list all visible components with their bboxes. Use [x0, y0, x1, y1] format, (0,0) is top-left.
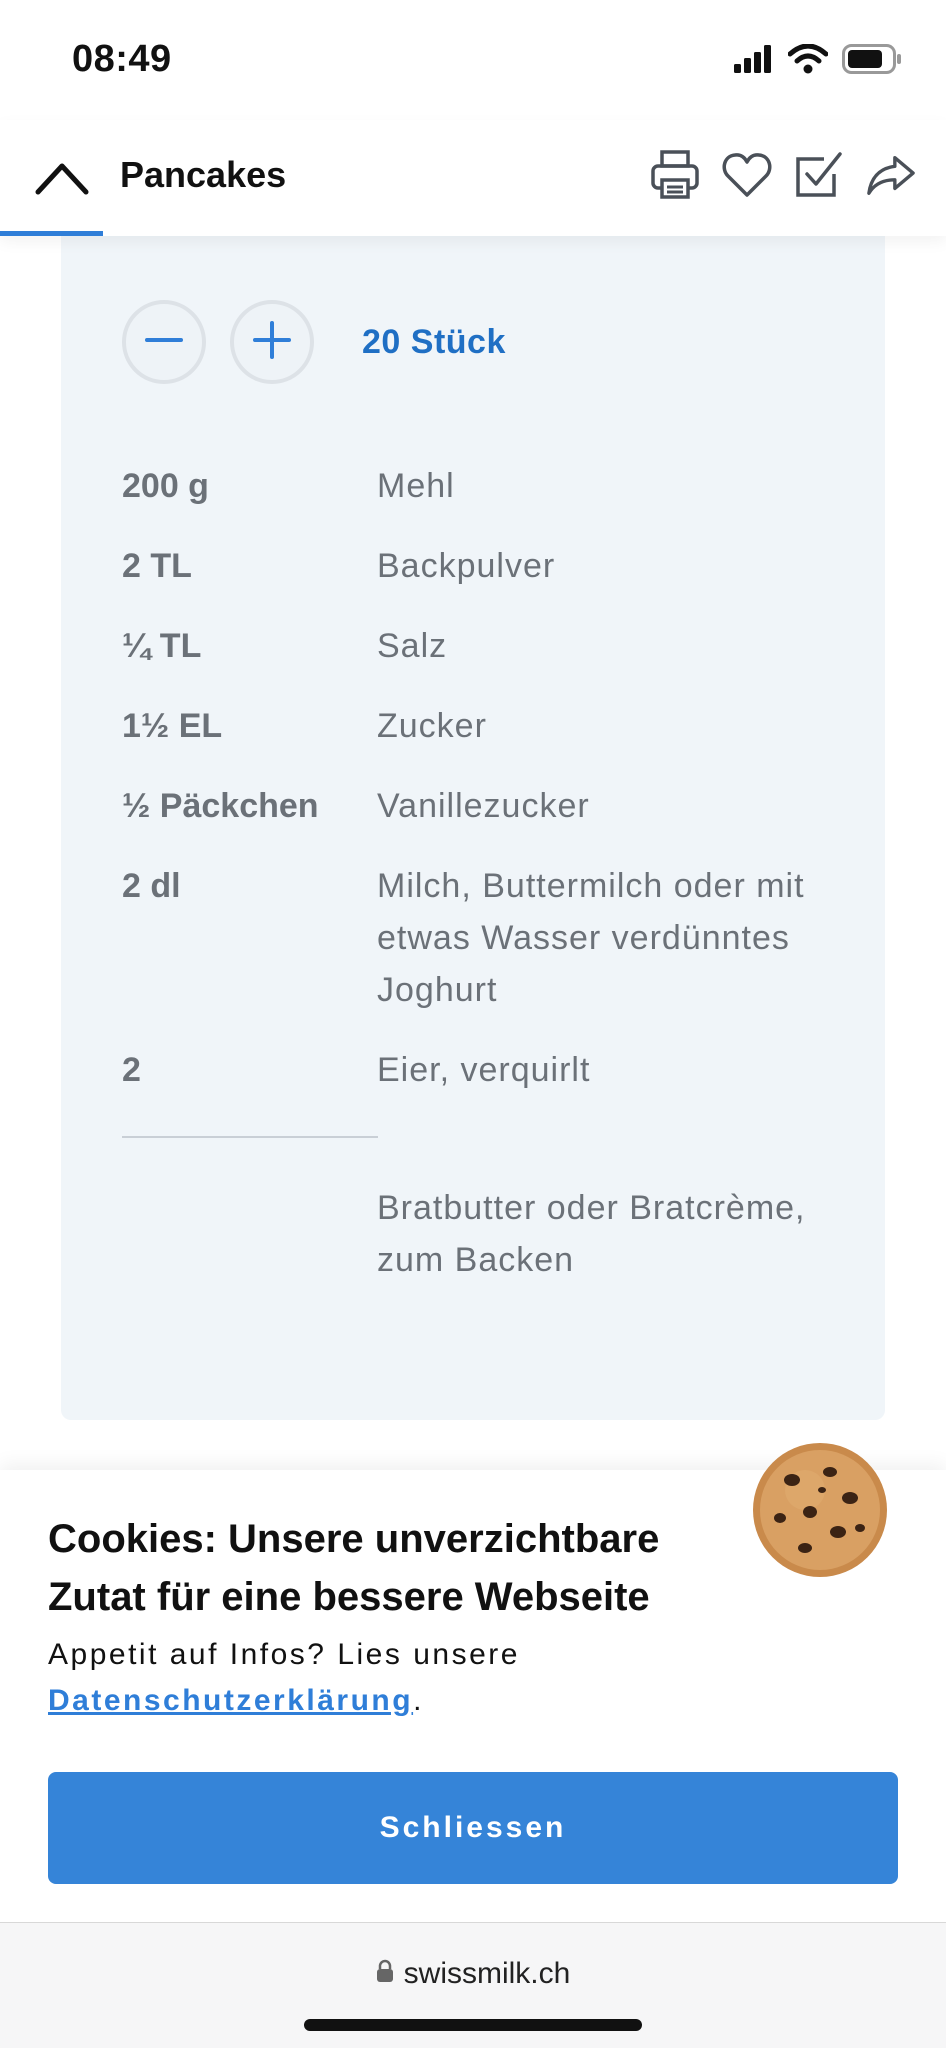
page-title: Pancakes [120, 154, 287, 195]
ingredient-amount: ¼ TL [122, 627, 202, 665]
ingredient-name: Bratbutter oder Bratcrème, zum Backen [377, 1189, 806, 1279]
ingredient-amount: ½ Päckchen [122, 787, 319, 825]
ingredient-name: Eier, verquirlt [377, 1051, 591, 1089]
ingredient-row: 2 dl Milch, Buttermilch oder mit etwas W… [122, 860, 842, 1016]
close-cookie-banner-button[interactable]: Schliessen [48, 1772, 898, 1884]
ingredient-name: Salz [377, 627, 448, 665]
chevron-up-icon[interactable] [34, 150, 90, 206]
cookie-banner-title: Cookies: Unsere unverzichtbare Zutat für… [48, 1517, 660, 1619]
ingredient-row: ¼ TL Salz [122, 620, 842, 672]
home-indicator [304, 2019, 642, 2031]
servings-count: 20 Stück [362, 322, 506, 361]
cookie-banner-text: Appetit auf Infos? Lies unsere Datenschu… [48, 1632, 898, 1724]
cookie-banner: Cookies: Unsere unverzichtbare Zutat für… [0, 1443, 946, 1922]
recipe-header: Pancakes [0, 120, 946, 236]
ingredient-list: 200 g Mehl 2 TL Backpulver ¼ TL Salz 1½ … [122, 460, 842, 1314]
servings-stepper: 20 Stück [122, 300, 506, 384]
status-bar: 08:49 [0, 0, 946, 120]
battery-icon [842, 44, 902, 79]
minus-icon [144, 320, 184, 365]
ingredient-amount: 2 [122, 1051, 141, 1089]
status-icons [734, 43, 902, 79]
browser-bar: swissmilk.ch [0, 1922, 946, 2048]
checkbox-icon[interactable] [794, 140, 844, 210]
header-actions [650, 140, 916, 210]
ingredient-amount: 200 g [122, 467, 209, 505]
address-bar[interactable]: swissmilk.ch [0, 1957, 946, 1991]
cookie-banner-text-before: Appetit auf Infos? Lies unsere [48, 1638, 520, 1671]
ingredients-card: 20 Stück 200 g Mehl 2 TL Backpulver ¼ TL… [61, 200, 885, 1420]
ingredient-row: 200 g Mehl [122, 460, 842, 512]
share-icon[interactable] [866, 140, 916, 210]
ingredient-row: 2 TL Backpulver [122, 540, 842, 592]
cookie-icon [750, 1440, 890, 1580]
header-progress-indicator [0, 231, 103, 236]
ingredient-name: Mehl [377, 467, 455, 505]
decrease-servings-button[interactable] [122, 300, 206, 384]
lock-icon [376, 1957, 394, 1991]
ingredient-amount: 2 dl [122, 867, 181, 905]
cookie-banner-text-after: . [413, 1684, 424, 1717]
ingredient-row: Bratbutter oder Bratcrème, zum Backen [122, 1182, 842, 1286]
heart-icon[interactable] [722, 140, 772, 210]
ingredient-row: 1½ EL Zucker [122, 700, 842, 752]
signal-icon [734, 45, 774, 78]
privacy-policy-link[interactable]: Datenschutzerklärung [48, 1684, 413, 1717]
increase-servings-button[interactable] [230, 300, 314, 384]
print-icon[interactable] [650, 140, 700, 210]
ingredient-name: Milch, Buttermilch oder mit etwas Wasser… [377, 867, 805, 1009]
plus-icon [252, 320, 292, 365]
ingredient-name: Zucker [377, 707, 487, 745]
ingredient-row: ½ Päckchen Vanillezucker [122, 780, 842, 832]
status-time: 08:49 [72, 38, 172, 80]
ingredient-amount: 2 TL [122, 547, 192, 585]
ingredient-amount [122, 1182, 377, 1286]
ingredient-amount: 1½ EL [122, 707, 223, 745]
ingredient-divider [122, 1136, 378, 1138]
ingredient-row: 2 Eier, verquirlt [122, 1044, 842, 1096]
url-text: swissmilk.ch [403, 1957, 571, 1990]
ingredient-name: Vanillezucker [377, 787, 590, 825]
wifi-icon [787, 43, 829, 79]
ingredient-name: Backpulver [377, 547, 556, 585]
